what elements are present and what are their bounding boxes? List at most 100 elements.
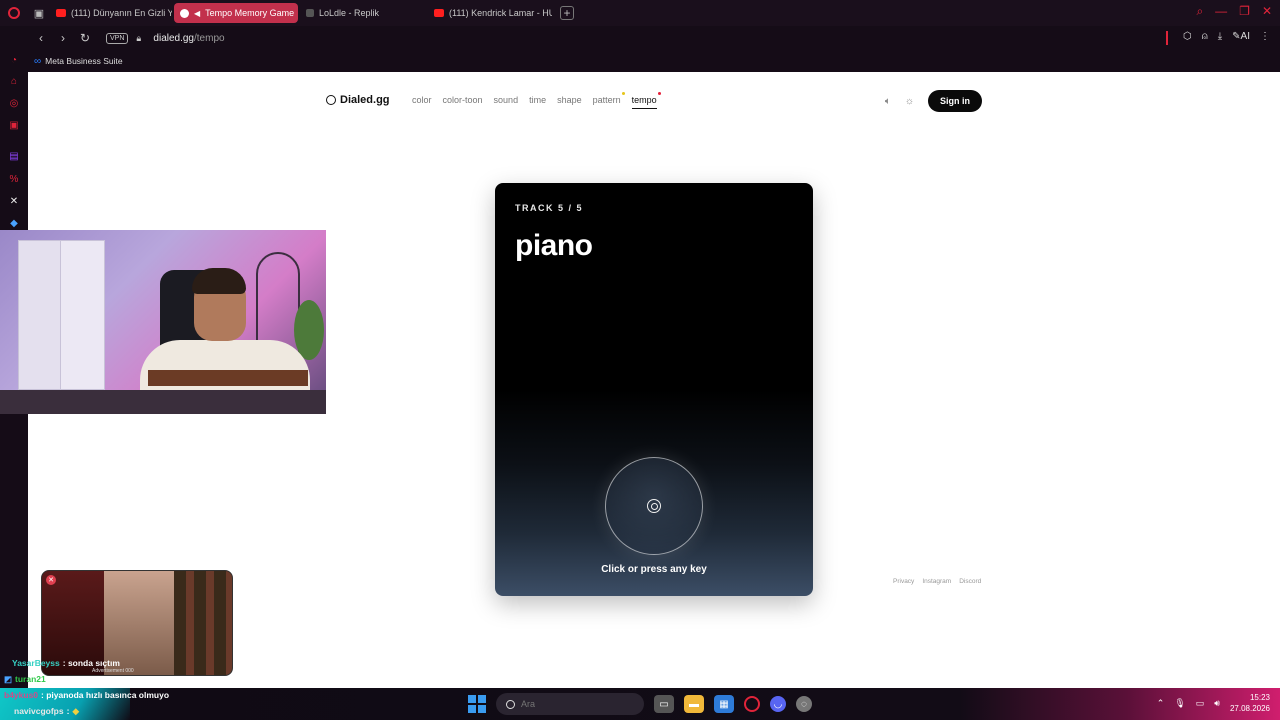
back-icon[interactable]: ‹ (32, 31, 50, 45)
forward-icon[interactable]: › (54, 31, 72, 45)
tab-audio-icon[interactable]: ◀ (194, 9, 200, 18)
ai-button[interactable]: ✎AI (1232, 31, 1250, 42)
nav-color[interactable]: color (412, 95, 432, 105)
downloads-icon[interactable]: ⤓ (1218, 31, 1222, 42)
track-title: piano (515, 229, 593, 262)
chevron-up-icon[interactable]: ⌃ (1157, 698, 1165, 709)
main-nav: color color-toon sound time shape patter… (412, 92, 668, 109)
window-controls: ⌕ — ❐ ✕ (1196, 4, 1272, 19)
bookmark-meta-business-suite[interactable]: Meta Business Suite (45, 56, 122, 66)
tab-tempo[interactable]: ◀ Tempo Memory Game (174, 3, 298, 23)
taskbar-apps: ▭ ▬ ▦ ◡ ◌ (468, 693, 812, 715)
brand-name: Dialed.gg (340, 94, 390, 106)
search-tabs-icon[interactable]: ⌕ (1196, 4, 1203, 19)
sign-in-button[interactable]: Sign in (928, 90, 982, 112)
chat-text: : (66, 706, 70, 716)
screen: ▣ (111) Dünyanın En Gizli Yaha ◀ Tempo M… (0, 0, 1280, 720)
chat-username: turan21 (15, 674, 46, 684)
volume-icon[interactable]: 🔈︎ (885, 96, 891, 107)
task-view-icon[interactable]: ▭ (654, 695, 674, 713)
opera-logo-icon (8, 7, 20, 19)
tab-label: (111) Kendrick Lamar - HUM (449, 8, 552, 18)
tap-button[interactable] (605, 457, 703, 555)
store-icon[interactable]: ▦ (714, 695, 734, 713)
close-icon[interactable]: ✕ (1262, 4, 1272, 19)
tab-loldle[interactable]: LoLdle - Replik (300, 3, 426, 23)
nav-time[interactable]: time (529, 95, 546, 105)
sidebar-x-icon[interactable]: ✕ (6, 193, 22, 209)
chat-emote-icon: ◆ (72, 705, 79, 716)
sidebar-messenger-icon[interactable]: ▣ (6, 117, 22, 133)
opera-taskbar-icon[interactable] (744, 696, 760, 712)
theme-toggle-icon[interactable]: ☼ (905, 96, 914, 107)
network-icon[interactable]: ▭ (1196, 698, 1205, 709)
volume-icon[interactable]: 🔊︎ (1214, 698, 1220, 709)
tab-youtube-2[interactable]: (111) Kendrick Lamar - HUM (428, 3, 552, 23)
microphone-icon[interactable]: 🎙︎ (1174, 698, 1185, 709)
nav-sound[interactable]: sound (494, 95, 519, 105)
minimize-icon[interactable]: — (1215, 4, 1227, 19)
nav-pattern[interactable]: pattern (592, 92, 625, 105)
lock-icon[interactable]: 🔒︎ (136, 33, 145, 43)
opera-menu-button[interactable] (0, 0, 28, 26)
webcam-overlay (0, 230, 326, 414)
nav-shape[interactable]: shape (557, 95, 582, 105)
nav-color-toon[interactable]: color-toon (443, 95, 483, 105)
workspaces-icon[interactable]: ▣ (28, 0, 50, 26)
new-tab-button[interactable]: + (560, 6, 574, 20)
webcam-wardrobe (60, 240, 105, 390)
file-explorer-icon[interactable]: ▬ (684, 695, 704, 713)
restore-icon[interactable]: ❐ (1239, 4, 1250, 19)
profile-icon[interactable]: ⍝ (1202, 31, 1208, 42)
chat-text: : piyanoda hızlı basınca olmuyo (41, 690, 170, 700)
game-card[interactable]: TRACK 5 / 5 piano Click or press any key (495, 183, 813, 596)
reload-icon[interactable]: ↻ (76, 31, 94, 45)
sidebar-app-icon[interactable]: ◆ (6, 215, 22, 231)
tab-youtube-1[interactable]: (111) Dünyanın En Gizli Yaha (50, 3, 172, 23)
menu-icon[interactable]: ⋮ (1260, 31, 1270, 42)
windows-start-icon[interactable] (468, 695, 486, 713)
sidebar-percent-icon[interactable]: % (6, 171, 22, 187)
chat-username: navivcgofps (14, 706, 64, 716)
brand-logo[interactable]: Dialed.gg (326, 94, 390, 106)
system-tray: ⌃ 🎙︎ ▭ 🔊︎ 15:23 27.08.2026 (1157, 692, 1270, 714)
clock-date: 27.08.2026 (1229, 704, 1270, 713)
footer-privacy-link[interactable]: Privacy (893, 578, 914, 585)
footer-instagram-link[interactable]: Instagram (922, 578, 951, 585)
ad-close-icon[interactable]: ✕ (46, 575, 56, 585)
url-host: dialed.gg (153, 32, 194, 44)
chat-text: : sonda sıçtım (62, 658, 120, 668)
webcam-person-hair (192, 268, 246, 294)
taskbar-clock[interactable]: 15:23 27.08.2026 (1230, 692, 1270, 714)
site-header: Dialed.gg color color-toon sound time sh… (326, 90, 982, 114)
vpn-badge[interactable]: VPN (106, 32, 129, 44)
sidebar-instagram-icon[interactable]: ◎ (6, 95, 22, 111)
ai-label: AI (1240, 31, 1250, 42)
taskbar-search[interactable] (496, 693, 644, 715)
nav-tempo[interactable]: tempo (631, 92, 661, 109)
sidebar-speed-dial-icon[interactable]: ◔ (6, 52, 22, 68)
youtube-icon (434, 9, 444, 17)
address-bar: ‹ › ↻ VPN 🔒︎ dialed.gg/tempo ⬡ ⍝ ⤓ ✎AI ⋮ (28, 26, 1280, 50)
url-field[interactable]: dialed.gg/tempo (153, 33, 224, 44)
meta-icon: ∞ (34, 55, 42, 67)
youtube-icon (56, 9, 66, 17)
sidebar-twitch-icon[interactable]: ▤ (6, 148, 22, 164)
chat-text: : Kötü yaptım bende (48, 674, 131, 684)
app-taskbar-icon[interactable]: ◌ (796, 696, 812, 712)
extensions-icon[interactable]: ⬡ (1183, 31, 1192, 42)
chat-message: YasarBeyss : sonda sıçtım (12, 655, 120, 671)
nav-tempo-label: tempo (631, 95, 657, 105)
chat-message: ◩ turan21 : Kötü yaptım bende (4, 671, 130, 687)
loldle-icon (306, 9, 314, 17)
footer-discord-link[interactable]: Discord (959, 578, 981, 585)
sidebar-aria-icon[interactable]: ⌂ (6, 73, 22, 89)
discord-icon[interactable]: ◡ (770, 696, 786, 712)
track-counter: TRACK 5 / 5 (515, 203, 584, 213)
tab-label: (111) Dünyanın En Gizli Yaha (71, 8, 172, 18)
dialed-logo-icon (326, 95, 336, 105)
tab-label: LoLdle - Replik (319, 8, 380, 18)
taskbar-search-input[interactable] (521, 699, 621, 709)
toolbar-right: ⬡ ⍝ ⤓ ✎AI ⋮ (1183, 31, 1270, 42)
nav-pattern-label: pattern (592, 95, 621, 105)
